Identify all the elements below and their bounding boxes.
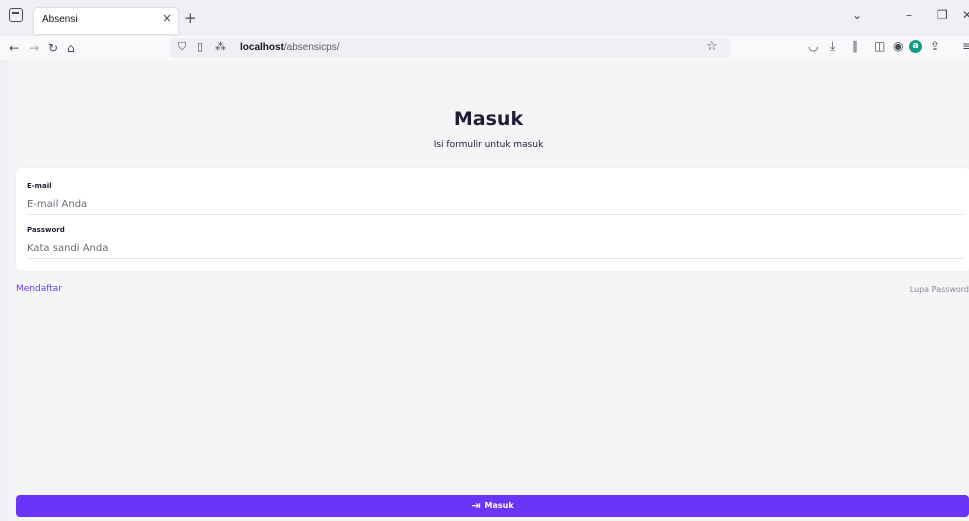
address-bar[interactable]: ⛉ ▯ ⁂ localhost/absensicps/ ☆ [170,38,730,58]
page-content: Masuk Isi formulir untuk masuk E-mail Pa… [8,60,969,521]
page-icon[interactable]: ▯ [197,40,203,53]
url-text[interactable]: localhost/absensicps/ [240,42,340,53]
back-icon[interactable]: ← [9,40,19,56]
sidebar-icon[interactable]: ◫ [874,39,885,53]
login-icon: ⇥ [471,499,481,512]
restore-icon[interactable]: ❐ [937,8,948,22]
reload-icon[interactable]: ↻ [48,40,58,56]
url-host: localhost [240,42,284,53]
tab-title: Absensi [42,14,78,25]
navigation-toolbar: ← → ↻ ⌂ ⛉ ▯ ⁂ localhost/absensicps/ ☆ ◡ … [0,36,969,60]
new-tab-icon[interactable]: + [184,9,197,27]
login-form-card: E-mail Password [16,168,969,271]
login-submit-button[interactable]: ⇥ Masuk [16,495,969,517]
tab-overflow-chevron-icon[interactable]: ⌄ [852,8,862,22]
home-icon[interactable]: ⌂ [67,40,75,56]
email-field[interactable] [27,195,964,215]
minimize-icon[interactable]: – [906,8,912,22]
close-window-icon[interactable]: ✕ [962,8,969,22]
email-label: E-mail [27,182,52,190]
pocket-icon[interactable]: ◡ [808,39,818,53]
close-tab-icon[interactable]: × [162,11,172,25]
forgot-password-link[interactable]: Lupa Password [910,285,969,294]
extension-icon[interactable]: a [909,40,922,53]
browser-window: Absensi × + ⌄ – ❐ ✕ ← → ↻ ⌂ ⛉ ▯ ⁂ localh… [0,0,969,521]
password-field[interactable] [27,239,964,259]
shield-icon[interactable]: ⛉ [178,40,186,54]
page-subtitle: Isi formulir untuk masuk [433,140,544,150]
tab-strip: Absensi × + ⌄ – ❐ ✕ [0,0,969,36]
forward-icon[interactable]: → [29,40,39,56]
account-icon[interactable]: ◉ [893,39,903,53]
bookmark-star-icon[interactable]: ☆ [706,39,718,54]
url-path: /absensicps/ [283,42,340,53]
page-title: Masuk [453,108,524,130]
submit-label: Masuk [484,501,514,510]
tab-absensi[interactable]: Absensi × [34,8,178,34]
download-icon[interactable]: ⤓ [830,39,835,54]
share-icon[interactable]: ⇪ [930,39,940,53]
tab-list-icon[interactable] [9,8,23,22]
permissions-icon[interactable]: ⁂ [215,40,226,53]
library-icon[interactable]: ∥ [852,39,858,53]
menu-icon[interactable]: ≡ [962,39,969,53]
password-label: Password [27,226,65,234]
register-link[interactable]: Mendaftar [16,284,62,294]
